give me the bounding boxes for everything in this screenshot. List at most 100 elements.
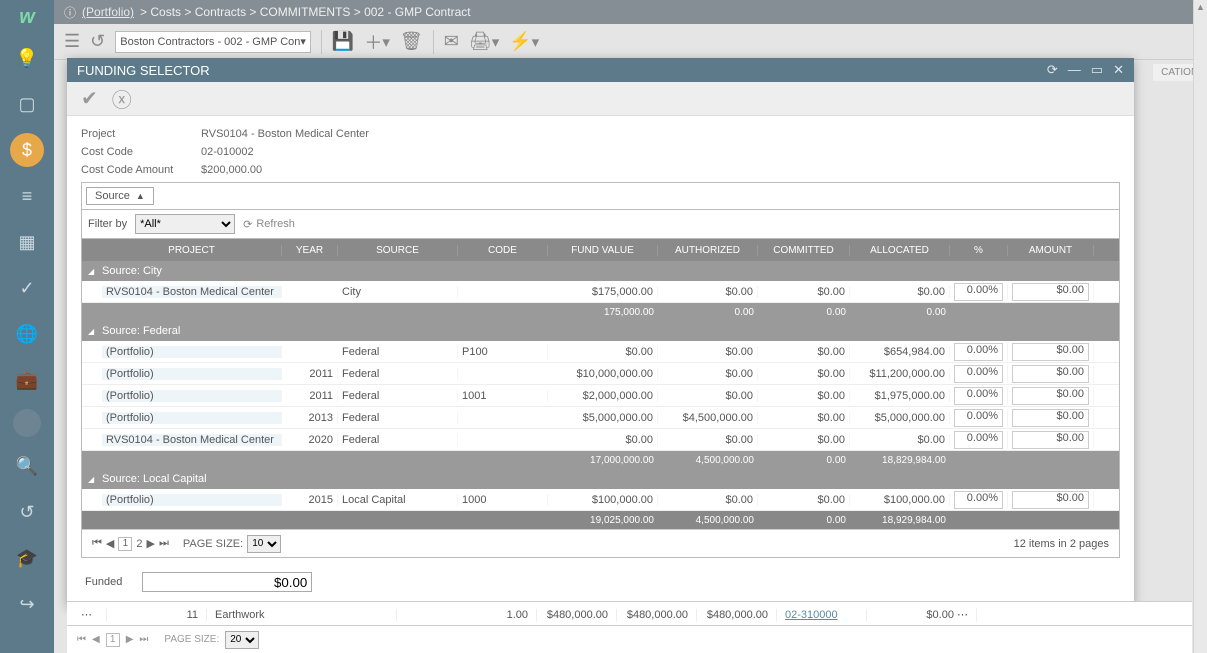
amount-input[interactable]: $0.00 bbox=[1012, 431, 1089, 449]
table-row[interactable]: (Portfolio)2011Federal$10,000,000.00$0.0… bbox=[82, 363, 1119, 385]
amount-input[interactable]: $0.00 bbox=[1012, 343, 1089, 361]
costcode-label: Cost Code bbox=[81, 146, 201, 158]
table-row[interactable]: RVS0104 - Boston Medical Center2020Feder… bbox=[82, 429, 1119, 451]
costs-icon[interactable]: $ bbox=[10, 133, 44, 167]
bars-icon[interactable]: ≡ bbox=[10, 179, 44, 213]
group-header[interactable]: Source: City bbox=[82, 261, 1119, 281]
clipboard-icon[interactable]: ▢ bbox=[10, 87, 44, 121]
amount-input[interactable]: $0.00 bbox=[1012, 365, 1089, 383]
row-description: Earthwork bbox=[207, 609, 397, 621]
modal-title: FUNDING SELECTOR bbox=[77, 63, 210, 78]
bg-pager-page[interactable]: 1 bbox=[106, 633, 120, 647]
page-size-label: PAGE SIZE: bbox=[183, 538, 243, 550]
pager-summary: 12 items in 2 pages bbox=[1014, 538, 1109, 550]
commitment-select-value: Boston Contractors - 002 - GMP Con bbox=[120, 36, 300, 48]
row-qty: 1.00 bbox=[397, 609, 537, 621]
subtotal-row: 17,000,000.004,500,000.000.0018,829,984.… bbox=[82, 451, 1119, 469]
globe-icon[interactable]: 🌐 bbox=[10, 317, 44, 351]
pager-page2[interactable]: 2 bbox=[136, 538, 142, 550]
grand-total-row: 19,025,000.00 4,500,000.00 0.00 18,929,9… bbox=[82, 511, 1119, 529]
logo: w bbox=[19, 6, 35, 29]
bolt-icon[interactable]: ⚡▾ bbox=[509, 31, 539, 52]
table-row[interactable]: (Portfolio)2011Federal1001$2,000,000.00$… bbox=[82, 385, 1119, 407]
amount-input[interactable]: $0.00 bbox=[1012, 283, 1089, 301]
funding-grid: Source▲ Filter by *All* ⟳ Refresh PROJEC… bbox=[81, 182, 1120, 558]
sidebar: w 💡 ▢ $ ≡ ▦ ✓ 🌐 💼 🔍 ↺ 🎓 ↪ bbox=[0, 0, 54, 653]
history-icon[interactable]: ↺ bbox=[10, 495, 44, 529]
percent-input[interactable]: 0.00% bbox=[954, 491, 1003, 509]
filter-select[interactable]: *All* bbox=[135, 214, 235, 234]
background-grid-pager: ⏮ ◀ 1 ▶ ⏭ PAGE SIZE: 20 bbox=[67, 625, 1192, 653]
confirm-button[interactable]: ✔ bbox=[81, 86, 98, 111]
info-icon[interactable]: ⓘ bbox=[64, 4, 76, 21]
minimize-icon[interactable]: — bbox=[1068, 62, 1081, 78]
bg-pager-prev[interactable]: ◀ bbox=[92, 634, 100, 645]
project-value: RVS0104 - Boston Medical Center bbox=[201, 128, 369, 140]
save-icon[interactable]: 💾 bbox=[332, 31, 354, 52]
pager-page1[interactable]: 1 bbox=[118, 537, 132, 551]
costcode-value: 02-010002 bbox=[201, 146, 254, 158]
grid-header: PROJECT YEAR SOURCE CODE FUND VALUE AUTH… bbox=[82, 239, 1119, 261]
maximize-icon[interactable]: ▭ bbox=[1091, 62, 1103, 78]
filter-label: Filter by bbox=[88, 218, 127, 230]
breadcrumb: ⓘ (Portfolio) > Costs > Contracts > COMM… bbox=[54, 0, 1207, 24]
table-row[interactable]: (Portfolio)2013Federal$5,000,000.00$4,50… bbox=[82, 407, 1119, 429]
print-icon[interactable]: 🖨▾ bbox=[469, 31, 499, 52]
row-menu-icon[interactable]: ⋯ bbox=[67, 608, 107, 621]
percent-input[interactable]: 0.00% bbox=[954, 343, 1003, 361]
add-icon[interactable]: ＋▾ bbox=[364, 29, 390, 55]
briefcase-icon[interactable]: 💼 bbox=[10, 363, 44, 397]
list-icon[interactable]: ☰ bbox=[64, 31, 80, 52]
row-v3: $480,000.00 bbox=[697, 609, 777, 621]
percent-input[interactable]: 0.00% bbox=[954, 365, 1003, 383]
percent-input[interactable]: 0.00% bbox=[954, 387, 1003, 405]
row-code-link[interactable]: 02-310000 bbox=[785, 609, 838, 621]
group-header[interactable]: Source: Local Capital bbox=[82, 469, 1119, 489]
bg-pager-next[interactable]: ▶ bbox=[126, 634, 134, 645]
commitment-select[interactable]: Boston Contractors - 002 - GMP Con▾ bbox=[115, 31, 311, 53]
refresh-icon[interactable]: ⟳ bbox=[1047, 62, 1058, 78]
pager-last[interactable]: ⏭ bbox=[159, 537, 169, 550]
row-number: 11 bbox=[107, 609, 207, 621]
amount-input[interactable]: $0.00 bbox=[1012, 387, 1089, 405]
close-icon[interactable]: ✕ bbox=[1113, 62, 1124, 78]
cancel-button[interactable]: ⓧ bbox=[112, 84, 132, 113]
pager-prev[interactable]: ◀ bbox=[106, 537, 114, 550]
table-row[interactable]: (Portfolio)2015Local Capital1000$100,000… bbox=[82, 489, 1119, 511]
amount-input[interactable]: $0.00 bbox=[1012, 409, 1089, 427]
table-row[interactable]: RVS0104 - Boston Medical CenterCity$175,… bbox=[82, 281, 1119, 303]
lightbulb-icon[interactable]: 💡 bbox=[10, 41, 44, 75]
row-v1: $480,000.00 bbox=[537, 609, 617, 621]
pager-next[interactable]: ▶ bbox=[147, 537, 155, 550]
bg-pager-last[interactable]: ⏭ bbox=[139, 634, 148, 645]
delete-icon[interactable]: 🗑 bbox=[400, 31, 423, 52]
grid-pager: ⏮ ◀ 1 2 ▶ ⏭ PAGE SIZE: 10 12 items in 2 … bbox=[82, 529, 1119, 557]
percent-input[interactable]: 0.00% bbox=[954, 431, 1003, 449]
bg-pager-first[interactable]: ⏮ bbox=[77, 634, 86, 645]
page-scrollbar[interactable] bbox=[1193, 0, 1207, 653]
percent-input[interactable]: 0.00% bbox=[954, 283, 1003, 301]
undo-icon[interactable]: ↺ bbox=[90, 31, 105, 52]
mail-icon[interactable]: ✉ bbox=[444, 31, 459, 52]
avatar[interactable] bbox=[13, 409, 41, 437]
group-chip-source[interactable]: Source▲ bbox=[86, 187, 154, 205]
funded-label: Funded bbox=[85, 576, 122, 588]
funded-input[interactable] bbox=[142, 572, 312, 592]
search-icon[interactable]: 🔍 bbox=[10, 449, 44, 483]
refresh-button[interactable]: ⟳ Refresh bbox=[243, 218, 295, 231]
gradcap-icon[interactable]: 🎓 bbox=[10, 541, 44, 575]
check-icon[interactable]: ✓ bbox=[10, 271, 44, 305]
table-row[interactable]: (Portfolio)FederalP100$0.00$0.00$0.00$65… bbox=[82, 341, 1119, 363]
bg-page-size-select[interactable]: 20 bbox=[225, 631, 259, 649]
page-size-select[interactable]: 10 bbox=[247, 535, 281, 553]
bg-page-size-label: PAGE SIZE: bbox=[164, 634, 219, 645]
row-v2: $480,000.00 bbox=[617, 609, 697, 621]
calculator-icon[interactable]: ▦ bbox=[10, 225, 44, 259]
amount-input[interactable]: $0.00 bbox=[1012, 491, 1089, 509]
percent-input[interactable]: 0.00% bbox=[954, 409, 1003, 427]
logout-icon[interactable]: ↪ bbox=[10, 587, 44, 621]
row-amount: $0.00 ⋯ bbox=[867, 608, 977, 621]
group-header[interactable]: Source: Federal bbox=[82, 321, 1119, 341]
breadcrumb-portfolio[interactable]: (Portfolio) bbox=[82, 5, 134, 19]
pager-first[interactable]: ⏮ bbox=[92, 537, 102, 550]
